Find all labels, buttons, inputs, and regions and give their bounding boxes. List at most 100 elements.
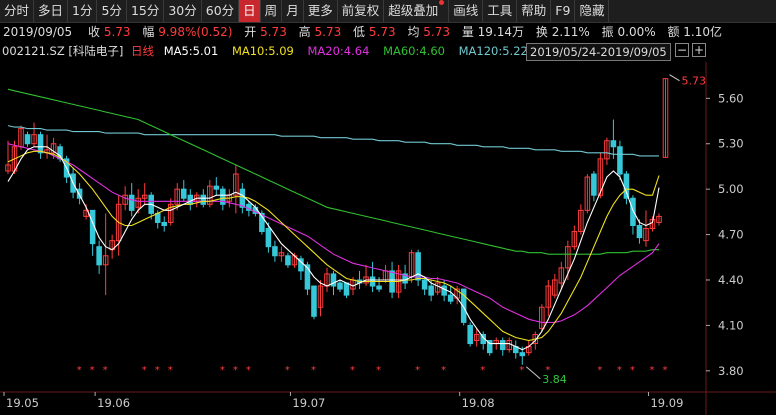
event-star-icon: * — [168, 365, 173, 376]
candle-body — [285, 255, 291, 266]
volume-label: 量 — [461, 25, 474, 39]
candle-body — [421, 279, 428, 290]
candle-body — [636, 224, 643, 239]
candle-body — [200, 194, 207, 205]
event-star-icon: * — [142, 365, 147, 376]
candle-body — [415, 252, 421, 281]
ma20-label: MA20:4.64 — [307, 44, 370, 58]
toolbar-item-9[interactable]: 月 — [282, 0, 304, 22]
stock-name: [科陆电子] — [68, 44, 124, 58]
candle-body — [128, 194, 135, 211]
toolbar-item-8[interactable]: 周 — [261, 0, 283, 22]
event-star-icon: * — [376, 365, 381, 376]
date-range-box[interactable]: 2019/05/24-2019/09/05 — [526, 43, 671, 61]
toolbar-item-14[interactable]: 工具 — [483, 0, 518, 22]
event-star-icon: * — [617, 365, 622, 376]
candle-body — [343, 282, 350, 296]
toolbar-item-0[interactable]: 分时 — [0, 0, 35, 22]
candle-body — [519, 352, 526, 357]
candle-body — [441, 285, 447, 296]
close-value: 5.73 — [103, 25, 131, 39]
y-tick-label: 4.40 — [718, 273, 744, 287]
kline-chart[interactable]: 5.60 5.30 5.00 4.70 4.40 4.10 3.80 19.05 19.06 19… — [0, 62, 776, 415]
event-star-icon: * — [311, 365, 316, 376]
candle-body — [337, 282, 343, 290]
toolbar-item-15[interactable]: 帮助 — [517, 0, 552, 22]
amplitude-value: 0.00% — [617, 25, 656, 39]
high-pointer-line — [669, 74, 680, 82]
candle-body — [265, 228, 272, 248]
candle-body — [447, 294, 454, 302]
candle-body — [24, 134, 31, 145]
event-star-icon: * — [519, 365, 524, 376]
x-tick-label: 19.09 — [650, 396, 683, 410]
event-star-icon: * — [415, 365, 420, 376]
y-tick-label: 5.30 — [718, 137, 744, 151]
candle-body — [187, 194, 194, 205]
candle-body — [467, 324, 473, 345]
x-tick-label: 19.08 — [462, 396, 495, 410]
high-label: 高 — [298, 25, 311, 39]
event-star-icon: * — [597, 365, 602, 376]
toolbar-item-1[interactable]: 多日 — [34, 0, 69, 22]
y-tick-label: 5.00 — [718, 182, 744, 196]
event-star-icon: * — [77, 365, 82, 376]
notification-dot-icon — [439, 0, 445, 5]
event-star-icon: * — [350, 365, 355, 376]
ma60-label: MA60:4.60 — [383, 44, 445, 58]
toolbar-item-5[interactable]: 30分 — [164, 0, 202, 22]
quote-info-bar: 2019/09/05 收 5.73 幅 9.98%(0.52) 开 5.73 高… — [0, 23, 776, 41]
change-label: 幅 — [142, 25, 155, 39]
candle-body — [76, 188, 83, 199]
stock-code: 002121.SZ — [2, 44, 65, 58]
event-star-icon: * — [155, 365, 160, 376]
avg-value: 5.73 — [423, 25, 450, 39]
y-tick-label: 4.10 — [718, 318, 744, 332]
ma120-line — [7, 125, 659, 157]
event-star-icon: * — [649, 365, 654, 376]
open-value: 5.73 — [260, 25, 287, 39]
candle-body — [428, 285, 434, 296]
zoom-in-button[interactable]: + — [692, 43, 706, 57]
candle-body — [161, 221, 168, 226]
toolbar-item-12[interactable]: 超级叠加 — [384, 0, 450, 22]
zoom-out-button[interactable]: − — [675, 43, 689, 57]
event-star-icon: * — [480, 365, 485, 376]
event-star-icon: * — [90, 365, 95, 376]
candle-body — [272, 246, 278, 257]
toolbar-item-11[interactable]: 前复权 — [338, 0, 385, 22]
toolbar-item-3[interactable]: 5分 — [97, 0, 127, 22]
x-tick-label: 19.07 — [292, 396, 325, 410]
toolbar-item-6[interactable]: 60分 — [202, 0, 240, 22]
event-star-icon: * — [662, 365, 667, 376]
toolbar-item-17[interactable]: 隐藏 — [575, 0, 610, 22]
open-label: 开 — [244, 25, 257, 39]
candle-body — [630, 197, 636, 226]
amount-label: 额 — [667, 25, 680, 39]
close-label: 收 — [88, 25, 101, 39]
toolbar-item-7[interactable]: 日 — [239, 0, 261, 22]
event-star-icon: * — [233, 365, 238, 376]
amount-value: 1.10亿 — [683, 25, 723, 39]
high-label: 5.73 — [681, 75, 706, 88]
toolbar-item-16[interactable]: F9 — [551, 0, 576, 22]
low-label: 低 — [353, 25, 366, 39]
x-tick-label: 19.06 — [97, 396, 130, 410]
candle-body — [591, 173, 597, 196]
candle-body — [617, 146, 623, 175]
period-label: 日线 — [131, 44, 155, 58]
y-tick-label: 4.70 — [718, 228, 744, 242]
toolbar-item-10[interactable]: 更多 — [304, 0, 338, 22]
candle-body — [180, 188, 187, 199]
candle-body — [623, 173, 630, 199]
quote-date: 2019/09/05 — [3, 25, 73, 39]
event-star-icon: * — [246, 365, 251, 376]
x-tick-label: 19.05 — [6, 396, 39, 410]
turnover-label: 换 — [535, 25, 548, 39]
ma10-label: MA10:5.09 — [231, 44, 294, 58]
toolbar-item-2[interactable]: 1分 — [68, 0, 98, 22]
event-star-icon: * — [545, 365, 550, 376]
toolbar-item-4[interactable]: 15分 — [127, 0, 165, 22]
low-value: 5.73 — [368, 25, 396, 39]
toolbar-item-13[interactable]: 画线 — [449, 0, 484, 22]
